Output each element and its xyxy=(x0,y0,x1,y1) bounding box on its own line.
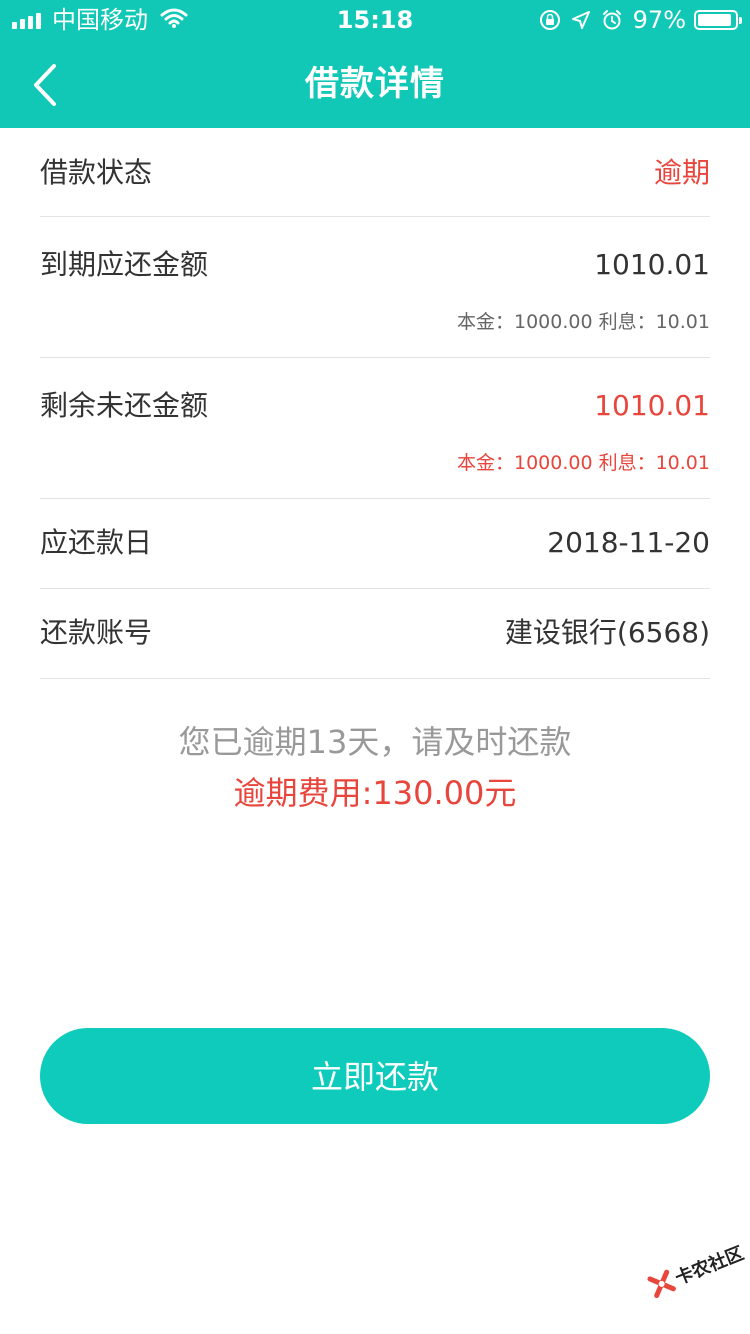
loan-detail-list: 借款状态 逾期 到期应还金额 1010.01 本金：1000.00 利息：10.… xyxy=(40,128,710,679)
repayment-account-label: 还款账号 xyxy=(40,616,153,649)
loan-status-value: 逾期 xyxy=(653,156,710,189)
remaining-amount-row: 剩余未还金额 1010.01 本金：1000.00 利息：10.01 xyxy=(40,358,710,499)
battery-percentage: 97% xyxy=(632,6,686,34)
repayment-account-row[interactable]: 还款账号 建设银行(6568) xyxy=(40,589,710,679)
alarm-icon xyxy=(601,9,623,31)
status-bar: 中国移动 15:18 97% xyxy=(0,0,750,40)
due-amount-row: 到期应还金额 1010.01 本金：1000.00 利息：10.01 xyxy=(40,217,710,358)
loan-status-row: 借款状态 逾期 xyxy=(40,128,710,217)
remaining-amount-label: 剩余未还金额 xyxy=(40,389,209,422)
due-amount-label: 到期应还金额 xyxy=(40,248,209,281)
due-date-row: 应还款日 2018-11-20 xyxy=(40,499,710,589)
loan-status-label: 借款状态 xyxy=(40,156,153,189)
page-title: 借款详情 xyxy=(305,64,445,104)
navigation-bar: 中国移动 15:18 97% 借款详情 xyxy=(0,0,750,128)
battery-fill xyxy=(698,14,731,26)
overdue-fee-text: 逾期费用:130.00元 xyxy=(233,774,517,812)
location-icon xyxy=(571,10,591,30)
remaining-amount-value: 1010.01 xyxy=(594,389,710,422)
repayment-account-value: 建设银行(6568) xyxy=(504,616,710,649)
remaining-amount-breakdown: 本金：1000.00 利息：10.01 xyxy=(456,452,710,474)
due-amount-value: 1010.01 xyxy=(594,248,710,281)
rotation-lock-icon xyxy=(539,9,561,31)
repay-now-button[interactable]: 立即还款 xyxy=(40,1028,710,1124)
status-right: 97% xyxy=(539,6,742,34)
due-amount-breakdown: 本金：1000.00 利息：10.01 xyxy=(456,311,710,333)
watermark-text: 卡农社区 xyxy=(672,1242,747,1290)
due-date-value: 2018-11-20 xyxy=(547,526,710,559)
battery-icon xyxy=(694,10,742,30)
overdue-notice: 您已逾期13天，请及时还款 逾期费用:130.00元 xyxy=(0,720,750,818)
due-date-label: 应还款日 xyxy=(40,526,153,559)
overdue-days-text: 您已逾期13天，请及时还款 xyxy=(178,723,572,761)
watermark-logo: 卡农社区 xyxy=(638,1223,750,1316)
